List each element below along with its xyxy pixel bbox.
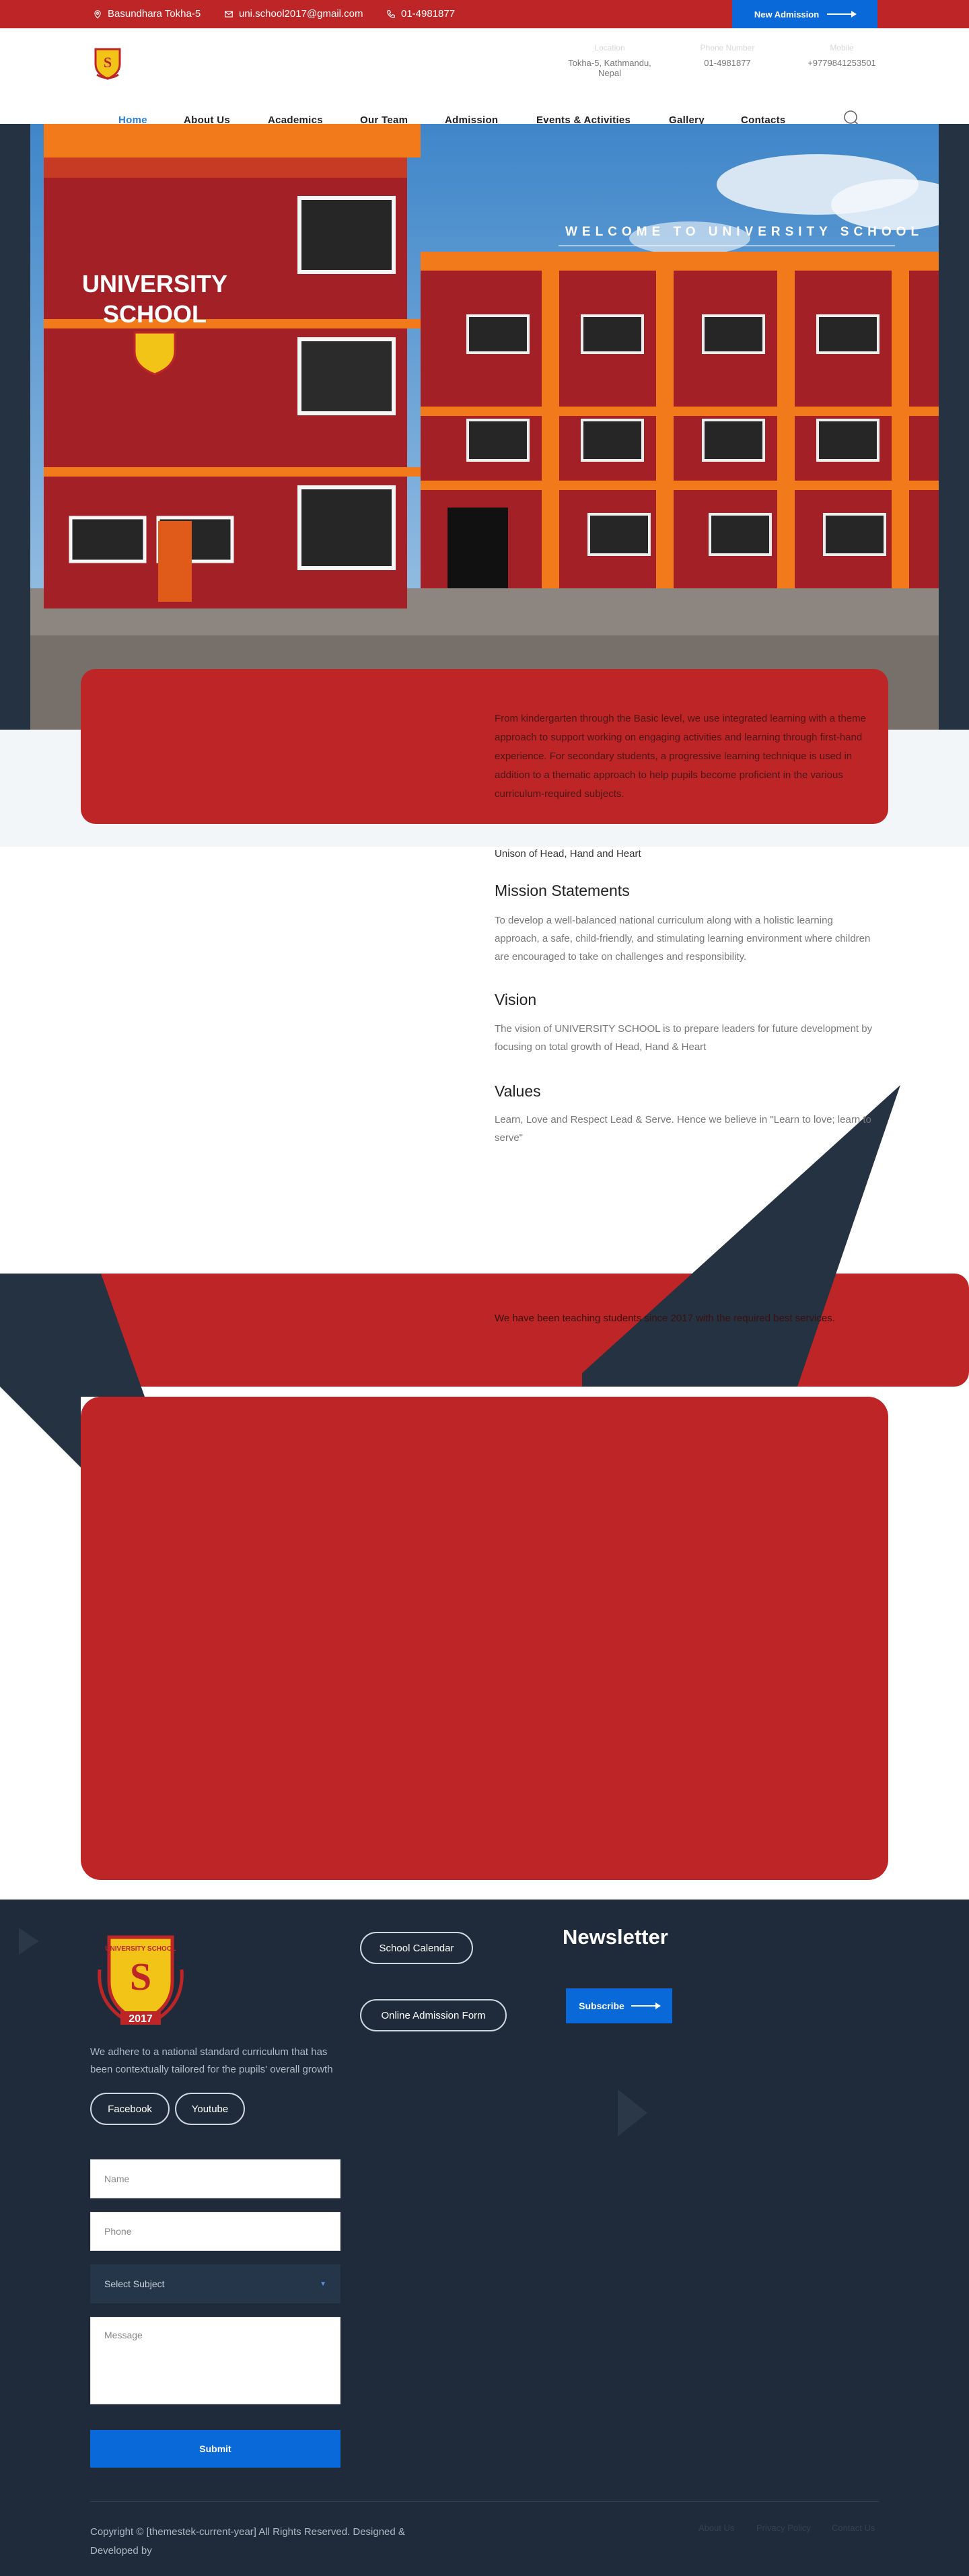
building-sign-line2: SCHOOL — [103, 300, 207, 328]
values-title: Values — [495, 1082, 541, 1100]
mission-title: Mission Statements — [495, 882, 630, 899]
email-text[interactable]: uni.school2017@gmail.com — [239, 8, 363, 20]
address-text: Basundhara Tokha-5 — [108, 8, 201, 20]
decorative-triangle-icon — [618, 2089, 647, 2136]
contact-mobile-value: +9779841253501 — [808, 58, 876, 68]
new-admission-button[interactable]: New Admission — [732, 0, 877, 28]
contact-phone: Phone Number 01-4981877 — [688, 43, 767, 68]
hero-image: UNIVERSITY SCHOOL — [30, 124, 939, 730]
footer-school-logo[interactable]: UNIVERSITY SCHOOL S 2017 — [90, 1929, 191, 2034]
footer-link-about-us[interactable]: About Us — [698, 2523, 734, 2533]
new-admission-label: New Admission — [754, 9, 820, 20]
intro-text: From kindergarten through the Basic leve… — [495, 713, 866, 800]
subscribe-button[interactable]: Subscribe — [566, 1988, 672, 2023]
contact-location-value: Tokha-5, Kathmandu, Nepal — [568, 58, 651, 78]
contact-mobile: Mobile +9779841253501 — [805, 43, 879, 68]
youtube-button[interactable]: Youtube — [175, 2093, 245, 2125]
copyright-text: Copyright © [themestek-current-year] All… — [90, 2526, 405, 2556]
contact-mobile-label: Mobile — [830, 43, 854, 53]
arrow-right-icon — [827, 11, 857, 18]
vision-title: Vision — [495, 991, 537, 1008]
footer-divider — [90, 2501, 879, 2502]
name-input[interactable]: Name — [90, 2159, 340, 2198]
footer-logo-text: UNIVERSITY SCHOOL — [105, 1945, 176, 1953]
school-calendar-link[interactable]: School Calendar — [360, 1932, 473, 1964]
contact-location-label: Location — [594, 43, 625, 53]
mail-icon — [225, 10, 233, 18]
email-item[interactable]: uni.school2017@gmail.com — [224, 8, 363, 20]
tagline: Unison of Head, Hand and Heart — [495, 848, 641, 860]
footer-logo-year: 2017 — [129, 2013, 153, 2025]
building-sign-line1: UNIVERSITY — [82, 270, 227, 298]
services-band-text: We have been teaching students since 201… — [495, 1313, 835, 1324]
contact-location: Location Tokha-5, Kathmandu, Nepal — [559, 43, 661, 78]
name-placeholder: Name — [104, 2173, 130, 2184]
school-logo[interactable]: S — [90, 45, 125, 80]
phone-placeholder: Phone — [104, 2226, 132, 2237]
facebook-button[interactable]: Facebook — [90, 2093, 170, 2125]
vision-body: The vision of UNIVERSITY SCHOOL is to pr… — [495, 1023, 873, 1053]
decorative-triangle-icon — [19, 1928, 39, 1955]
subject-select[interactable]: Select Subject ▼ — [90, 2264, 340, 2303]
services-band — [81, 1274, 969, 1387]
subject-placeholder: Select Subject — [104, 2278, 165, 2289]
top-bar: Basundhara Tokha-5 uni.school2017@gmail.… — [0, 0, 969, 28]
address-item: Basundhara Tokha-5 — [93, 8, 201, 20]
chevron-down-icon: ▼ — [320, 2280, 326, 2288]
arrow-right-icon — [631, 2003, 661, 2009]
online-admission-link[interactable]: Online Admission Form — [360, 1999, 507, 2031]
school-building-illustration: UNIVERSITY SCHOOL — [30, 124, 939, 730]
svg-text:S: S — [104, 54, 112, 71]
contact-phone-value: 01-4981877 — [704, 58, 751, 68]
svg-text:S: S — [130, 1955, 151, 1998]
newsletter-title: Newsletter — [563, 1925, 668, 1949]
phone-input[interactable]: Phone — [90, 2212, 340, 2251]
phone-text[interactable]: 01-4981877 — [401, 8, 455, 20]
hero-title: WELCOME TO UNIVERSITY SCHOOL — [565, 225, 924, 239]
contact-phone-label: Phone Number — [700, 43, 755, 53]
footer-description: We adhere to a national standard curricu… — [90, 2046, 333, 2075]
footer-link-contact-us[interactable]: Contact Us — [832, 2523, 875, 2533]
phone-icon — [387, 9, 395, 18]
values-body: Learn, Love and Respect Lead & Serve. He… — [495, 1114, 871, 1144]
message-textarea[interactable]: Message — [90, 2317, 340, 2404]
mission-body: To develop a well-balanced national curr… — [495, 915, 871, 963]
feature-panel — [81, 1397, 888, 1880]
footer-link-privacy-policy[interactable]: Privacy Policy — [756, 2523, 811, 2533]
submit-button[interactable]: Submit — [90, 2430, 340, 2468]
phone-item[interactable]: 01-4981877 — [386, 8, 455, 20]
location-pin-icon — [94, 9, 101, 19]
subscribe-label: Subscribe — [579, 2000, 624, 2011]
message-placeholder: Message — [104, 2330, 143, 2340]
hero-title-underline — [559, 245, 895, 246]
